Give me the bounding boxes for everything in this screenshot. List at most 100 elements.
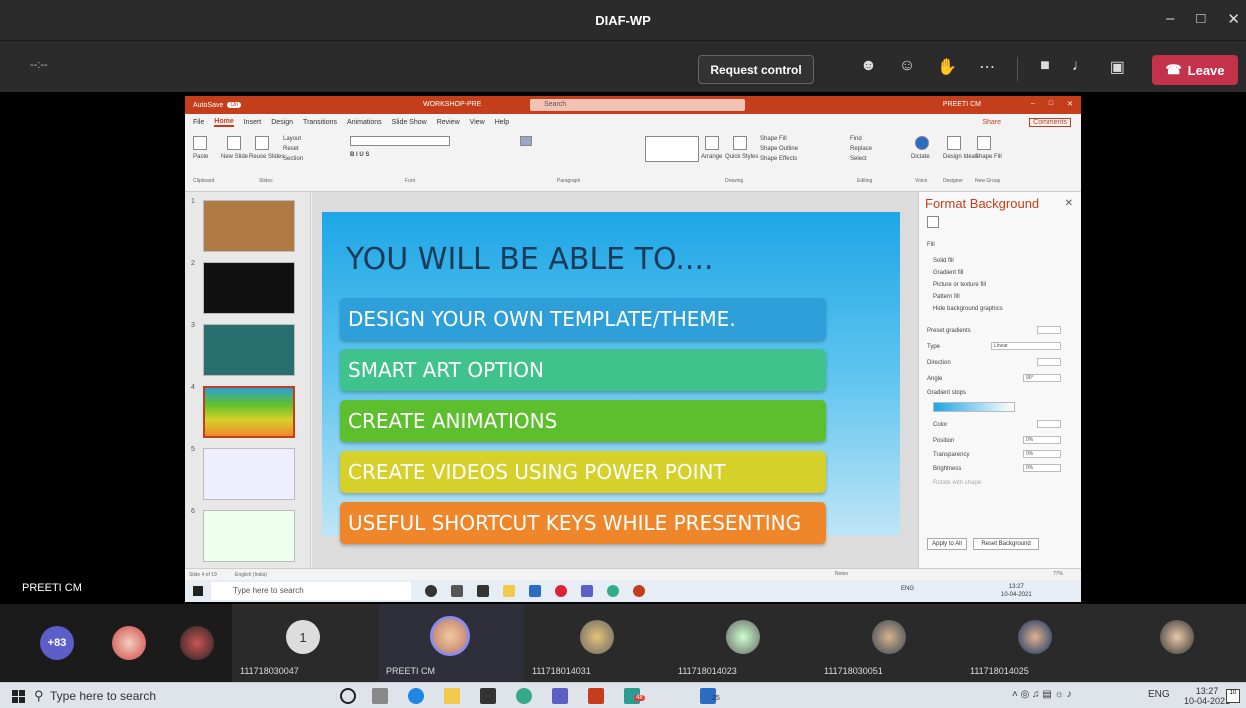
share-tray-icon[interactable]: ▣ — [1110, 57, 1125, 81]
request-control-button[interactable]: Request control — [698, 55, 814, 84]
design-ideas-icon[interactable] — [947, 136, 961, 150]
position-input[interactable]: 0% — [1023, 436, 1061, 444]
bullets-icon[interactable] — [520, 136, 532, 146]
layout-button[interactable]: Layout — [283, 136, 301, 142]
quick-styles-icon[interactable] — [733, 136, 747, 150]
gradient-fill-option[interactable]: Gradient fill — [933, 270, 963, 276]
font-format-buttons[interactable]: B I U S — [350, 152, 369, 158]
current-slide[interactable]: YOU WILL BE ABLE TO.... DESIGN YOUR OWN … — [322, 212, 900, 544]
shape-fill-icon[interactable] — [977, 136, 991, 150]
menu-transitions[interactable]: Transitions — [303, 119, 337, 126]
participant-overflow-tile[interactable]: +83 — [0, 604, 232, 682]
slide-thumbnail-1[interactable] — [203, 200, 295, 252]
autosave-label[interactable]: AutoSave — [193, 102, 223, 109]
hide-background-option[interactable]: Hide background graphics — [933, 306, 1003, 312]
paste-icon[interactable] — [193, 136, 207, 150]
maximize-icon[interactable]: □ — [1196, 10, 1205, 28]
font-name-select[interactable] — [350, 136, 450, 146]
slide-thumbnail-4[interactable] — [203, 386, 295, 438]
menu-help[interactable]: Help — [495, 119, 509, 126]
powerpoint-icon[interactable] — [588, 688, 604, 704]
section-button[interactable]: Section — [283, 156, 303, 162]
participant-tile[interactable]: 111718014031 — [524, 604, 670, 682]
slide-bullet[interactable]: DESIGN YOUR OWN TEMPLATE/THEME. — [340, 298, 826, 340]
participant-tile[interactable]: 111718014023 — [670, 604, 816, 682]
more-options-icon[interactable]: ⋯ — [979, 57, 995, 81]
reset-background-button[interactable]: Reset Background — [973, 538, 1039, 550]
notes-button[interactable]: Notes — [835, 571, 848, 577]
menu-slide-show[interactable]: Slide Show — [392, 119, 427, 126]
overflow-count[interactable]: +83 — [40, 626, 74, 660]
share-button[interactable]: Share — [982, 119, 1001, 126]
taskbar-clock[interactable]: 13:27 10-04-2021 — [1184, 686, 1230, 706]
reuse-slides-icon[interactable] — [255, 136, 269, 150]
comments-button[interactable]: Comments — [1029, 117, 1071, 127]
file-explorer-icon[interactable] — [444, 688, 460, 704]
slide-thumbnail-3[interactable] — [203, 324, 295, 376]
ppt-search-input[interactable]: Search — [530, 99, 745, 111]
brightness-input[interactable]: 0% — [1023, 464, 1061, 472]
ppt-maximize-icon[interactable]: □ — [1049, 100, 1053, 108]
replace-button[interactable]: Replace — [850, 146, 872, 152]
direction-select[interactable] — [1037, 358, 1061, 366]
autosave-toggle[interactable]: On — [227, 102, 242, 108]
edge-icon[interactable] — [408, 688, 424, 704]
store-icon[interactable] — [480, 688, 496, 704]
fill-icon[interactable] — [927, 216, 939, 228]
close-icon[interactable]: ✕ — [1227, 10, 1240, 28]
cortana-icon[interactable] — [340, 688, 356, 704]
slide-title[interactable]: YOU WILL BE ABLE TO.... — [346, 242, 714, 277]
rotate-with-shape-option[interactable]: Rotate with shape — [933, 480, 981, 486]
menu-review[interactable]: Review — [437, 119, 460, 126]
color-picker[interactable] — [1037, 420, 1061, 428]
fill-section-label[interactable]: Fill — [927, 242, 935, 248]
zoom-level[interactable]: 77% — [1053, 571, 1063, 577]
slide-thumbnail-2[interactable] — [203, 262, 295, 314]
slide-thumbnail-5[interactable] — [203, 448, 295, 500]
taskbar-search-box[interactable]: Type here to search — [50, 687, 156, 705]
task-view-icon[interactable] — [372, 688, 388, 704]
chrome-icon[interactable] — [516, 688, 532, 704]
participant-tile[interactable]: 111718030051 — [816, 604, 962, 682]
camera-off-icon[interactable]: ■ — [1040, 57, 1050, 81]
menu-insert[interactable]: Insert — [244, 119, 262, 126]
participant-tile[interactable]: 1 111718030047 — [232, 604, 378, 682]
participants-icon[interactable]: ☻ — [860, 57, 877, 81]
slide-thumbnail-6[interactable] — [203, 510, 295, 562]
menu-view[interactable]: View — [470, 119, 485, 126]
menu-design[interactable]: Design — [271, 119, 293, 126]
menu-animations[interactable]: Animations — [347, 119, 382, 126]
shapes-gallery[interactable] — [645, 136, 699, 162]
menu-home[interactable]: Home — [214, 118, 234, 127]
select-button[interactable]: Select — [850, 156, 867, 162]
search-icon[interactable]: ⚲ — [34, 688, 44, 704]
new-slide-icon[interactable] — [227, 136, 241, 150]
reactions-icon[interactable]: ✋ — [937, 57, 957, 81]
transparency-input[interactable]: 0% — [1023, 450, 1061, 458]
shape-fill-button[interactable]: Shape Fill — [760, 136, 787, 142]
windows-start-button[interactable] — [12, 690, 26, 704]
angle-input[interactable]: 90° — [1023, 374, 1061, 382]
participant-tile-presenter[interactable]: PREETI CM — [378, 604, 524, 682]
participant-tile[interactable] — [1108, 604, 1246, 682]
picture-fill-option[interactable]: Picture or texture fill — [933, 282, 986, 288]
arrange-icon[interactable] — [705, 136, 719, 150]
teams-icon[interactable] — [552, 688, 568, 704]
tray-icons[interactable]: ˄ ◎ ♫ ▤ ☼ ♪ — [1012, 689, 1072, 700]
slide-bullet[interactable]: CREATE VIDEOS USING POWER POINT — [340, 451, 826, 493]
solid-fill-option[interactable]: Solid fill — [933, 258, 954, 264]
reset-button[interactable]: Reset — [283, 146, 299, 152]
leave-button[interactable]: ☎ Leave — [1152, 55, 1238, 85]
microphone-icon[interactable] — [915, 136, 929, 150]
participant-tile[interactable]: 111718014025 — [962, 604, 1108, 682]
pane-close-icon[interactable]: ✕ — [1065, 198, 1073, 209]
minimize-icon[interactable]: – — [1166, 10, 1174, 28]
gradient-stops-slider[interactable] — [933, 402, 1015, 412]
slide-bullet[interactable]: SMART ART OPTION — [340, 349, 826, 391]
type-select[interactable]: Linear — [991, 342, 1061, 350]
slide-bullet[interactable]: USEFUL SHORTCUT KEYS WHILE PRESENTING — [340, 502, 826, 544]
mic-off-icon[interactable]: ♩ — [1072, 57, 1088, 81]
tray-lang[interactable]: ENG — [1148, 689, 1170, 700]
slide-bullet[interactable]: CREATE ANIMATIONS — [340, 400, 826, 442]
ppt-minimize-icon[interactable]: – — [1031, 100, 1035, 108]
